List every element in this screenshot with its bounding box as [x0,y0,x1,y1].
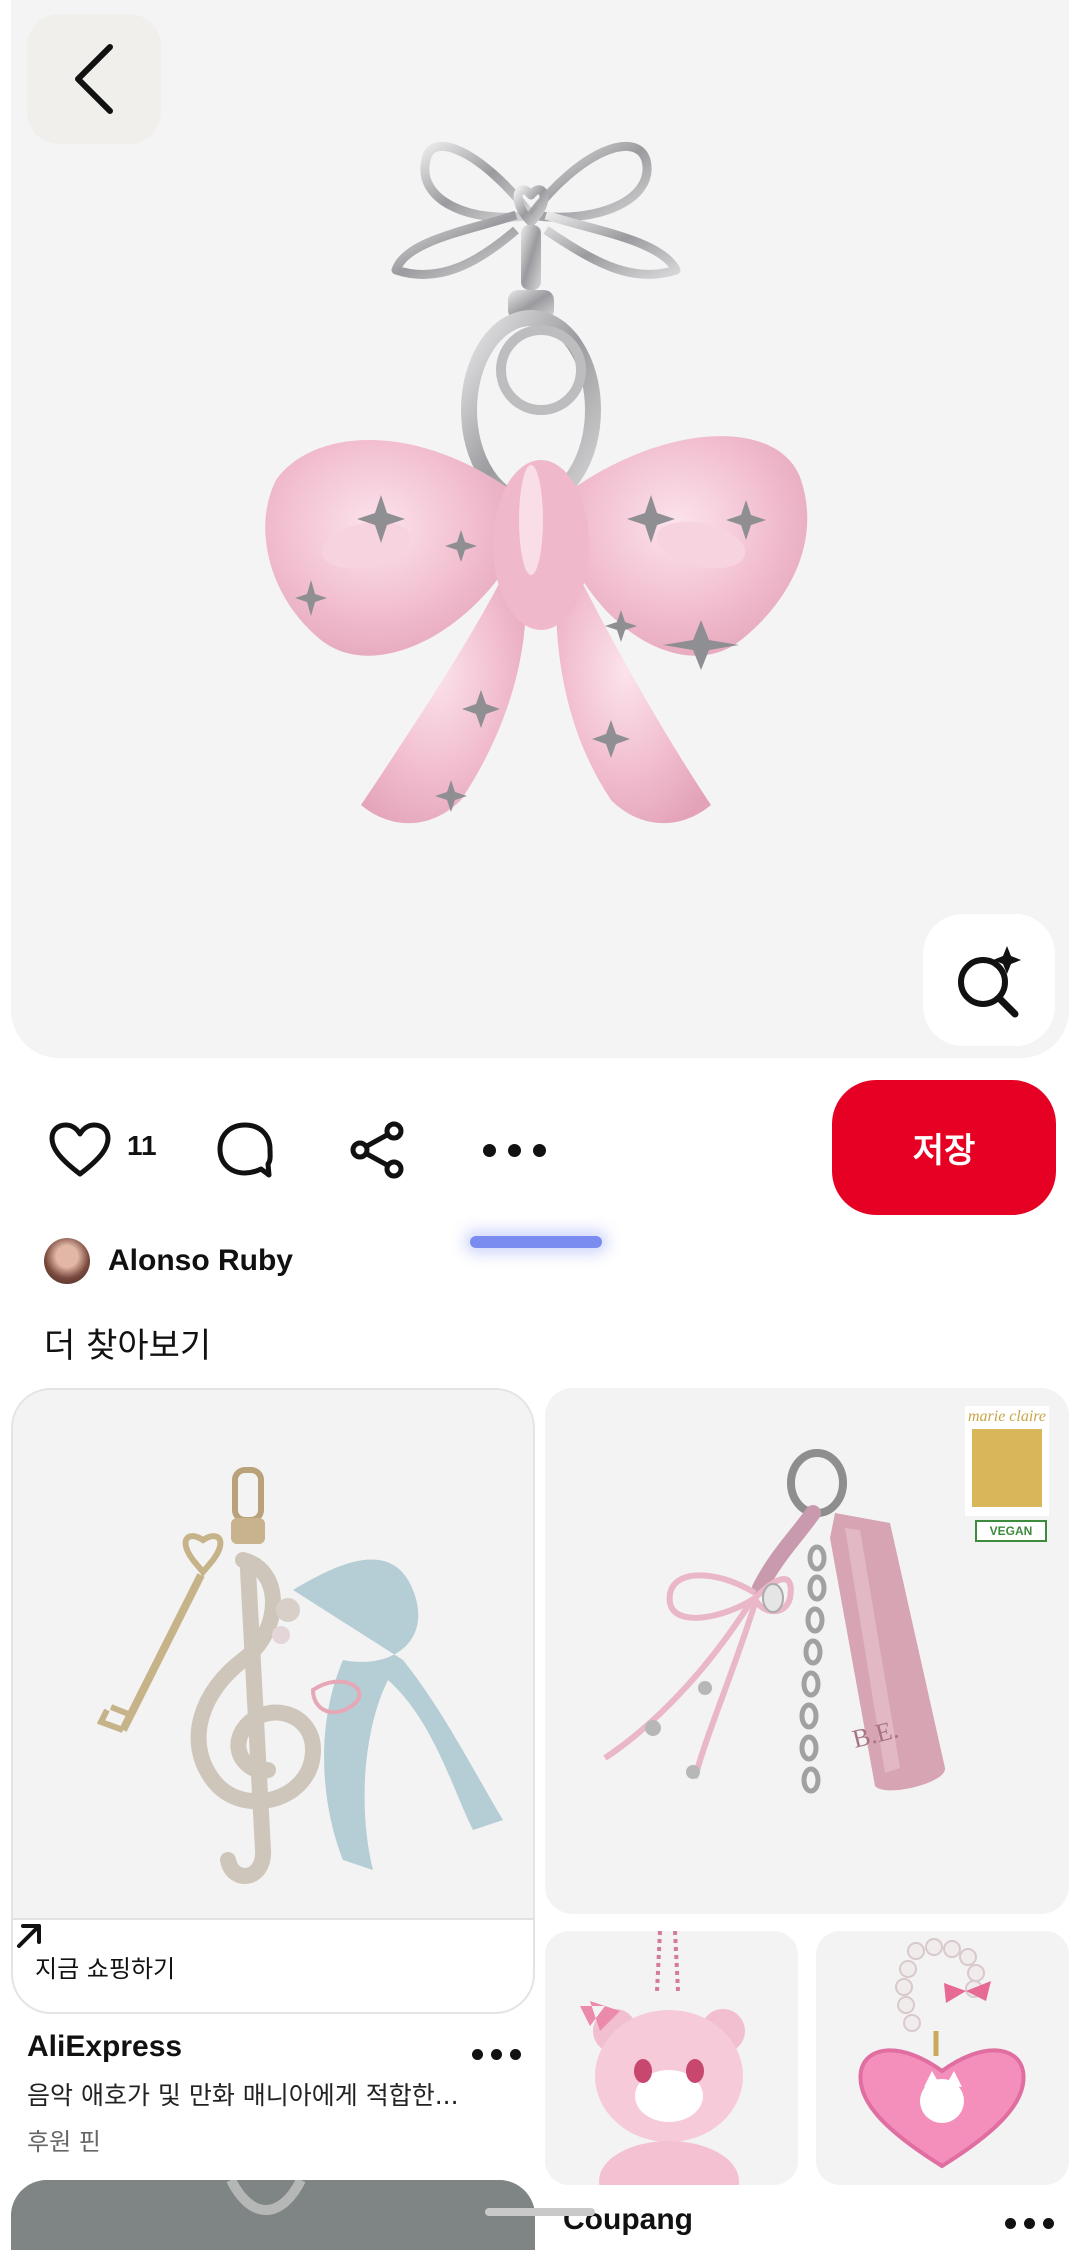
share-button[interactable] [338,1110,418,1190]
pin-card[interactable] [816,1931,1069,2185]
pin-more-button[interactable] [470,2036,522,2072]
pink-bear-plush-image [580,1931,745,2185]
pin-action-bar: 11 저장 [0,1080,1080,1215]
pin-card[interactable] [545,1931,798,2185]
pink-bow-keychain-image [265,141,808,824]
pink-heart-charm-image [858,1938,1026,2169]
more-horizontal-icon [482,1143,546,1157]
vegan-badge: VEGAN [975,1520,1047,1542]
save-button[interactable]: 저장 [832,1080,1056,1215]
shop-now-button[interactable]: 지금 쇼핑하기 [13,1918,533,2012]
pin-image[interactable] [11,0,1069,1058]
sponsored-label: 후원 핀 [27,2128,101,2156]
comment-button[interactable] [205,1110,285,1190]
scroll-indicator [470,1236,602,1248]
pin-meta: AliExpress 음악 애호가 및 만화 매니아에게 적합한... 후원 핀 [27,2030,527,2157]
arrow-up-right-icon [17,1924,41,1948]
more-ideas-title: 더 찾아보기 [44,1326,212,1366]
comment-icon [217,1122,273,1178]
share-icon [350,1121,404,1179]
avatar[interactable] [44,1238,90,1284]
pin-card[interactable]: B.E. marie claire VEGAN [545,1388,1069,1914]
pin-card[interactable]: 지금 쇼핑하기 [11,1388,535,2014]
pin-thumbnail[interactable] [13,1390,533,1918]
award-badge-brand: marie claire [967,1408,1047,1425]
like-count: 11 [127,1130,157,1161]
sparkle-search-icon [958,946,1021,1018]
music-keychain-image [96,1467,503,1884]
creator-name[interactable]: Alonso Ruby [108,1244,293,1278]
pin-thumbnail-partial [11,2180,535,2250]
creator-profile[interactable]: Alonso Ruby [44,1237,293,1285]
more-options-button[interactable] [470,1110,558,1190]
shop-now-label: 지금 쇼핑하기 [35,1954,176,1983]
chevron-left-icon [75,44,113,114]
pin-description: 음악 애호가 및 만화 매니아에게 적합한... [27,2081,459,2110]
like-button[interactable] [40,1110,120,1190]
award-badge: marie claire [965,1406,1049,1516]
visual-search-button[interactable] [923,914,1055,1046]
pin-card[interactable] [11,2180,535,2250]
heart-icon [49,1122,111,1177]
back-button[interactable] [27,14,161,144]
home-indicator [485,2208,595,2216]
pin-source[interactable]: AliExpress [27,2030,527,2064]
